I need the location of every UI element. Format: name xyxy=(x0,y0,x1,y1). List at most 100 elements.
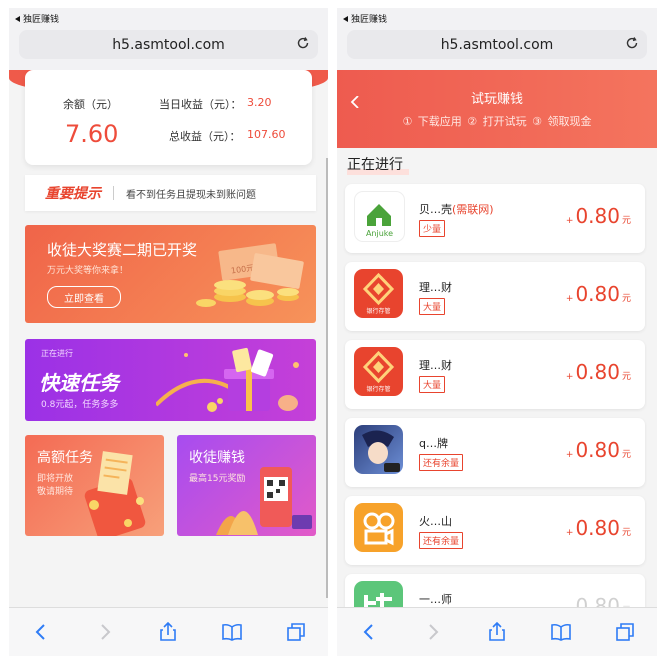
reload-icon[interactable] xyxy=(625,36,639,50)
task-name-note: (需联网) xyxy=(452,203,494,216)
reward-amount: +0.80元 xyxy=(566,204,631,228)
today-income-label: 当日收益（元）： xyxy=(159,98,242,111)
back-arrow-icon[interactable] xyxy=(15,15,20,22)
qr-phone-icon xyxy=(216,467,312,535)
task-name-text: q…牌 xyxy=(419,437,448,450)
reward-amount: +0.80元 xyxy=(566,360,631,384)
amount-unit: 元 xyxy=(621,294,631,304)
amount-unit: 元 xyxy=(621,216,631,226)
quantity-tag: 少量 xyxy=(419,220,446,237)
task-name-text: 火…山 xyxy=(419,515,452,528)
reload-icon[interactable] xyxy=(296,36,310,50)
quantity-tag: 大量 xyxy=(419,376,446,393)
task-name-text: 一…师 xyxy=(419,593,452,606)
back-app-label[interactable]: 独匠赚钱 xyxy=(23,12,59,25)
bookmarks-icon[interactable] xyxy=(551,622,571,642)
gift-box-icon xyxy=(156,347,299,412)
back-icon[interactable] xyxy=(359,622,379,642)
left-phone-screen: 独匠赚钱 h5.asmtool.com 余额（元） 7.60 当日收益（元）： … xyxy=(9,8,328,656)
icon-label: 银行存管 xyxy=(366,385,390,393)
reward-amount: +0.80元 xyxy=(566,438,631,462)
task-name: 理…财 xyxy=(419,357,452,373)
finance-diamond-icon: 银行存管 xyxy=(354,269,403,318)
icon-label: Anjuke xyxy=(366,229,393,238)
task-name-text: 贝…壳 xyxy=(419,203,452,216)
plus-sign: + xyxy=(565,450,574,460)
balance-value: 7.60 xyxy=(65,120,119,148)
reward-amount: +0.80元 xyxy=(566,516,631,540)
steps-text: ① 下载应用 ② 打开试玩 ③ 领取现金 xyxy=(402,115,592,128)
anjuke-house-icon: Anjuke xyxy=(354,191,405,242)
amount-value: 0.80 xyxy=(575,516,620,540)
quick-task-title: 快速任务 xyxy=(39,371,119,395)
game-character-icon xyxy=(354,425,403,474)
video-camera-icon xyxy=(354,503,403,552)
amount-value: 0.80 xyxy=(575,438,620,462)
scrollbar[interactable] xyxy=(326,158,328,598)
recruit-contest-banner[interactable]: 收徒大奖赛二期已开奖 万元大奖等你来拿！ 立即查看 100元 xyxy=(25,225,316,323)
total-income-value: 107.60 xyxy=(247,128,286,141)
page-header: 试玩赚钱 ① 下载应用 ② 打开试玩 ③ 领取现金 xyxy=(337,70,657,148)
forward-icon[interactable] xyxy=(423,622,443,642)
task-item[interactable]: 银行存管 理…财 大量 +0.80 元 xyxy=(345,262,645,331)
url-bar[interactable]: h5.asmtool.com xyxy=(347,30,647,59)
page-title: 试玩赚钱 xyxy=(470,92,523,107)
view-now-button[interactable]: 立即查看 xyxy=(47,286,121,308)
share-icon[interactable] xyxy=(487,622,507,642)
tabs-icon[interactable] xyxy=(286,622,306,642)
notice-text: 看不到任务且提现未到账问题 xyxy=(126,189,256,201)
banner-subtitle: 万元大奖等你来拿！ xyxy=(47,266,129,276)
notice-bar[interactable]: 重要提示 看不到任务且提现未到账问题 xyxy=(25,175,316,211)
coins-money-icon: 100元 xyxy=(196,243,304,307)
task-item[interactable]: q…牌 还有余量 +0.80 元 xyxy=(345,418,645,487)
url-text: h5.asmtool.com xyxy=(112,36,225,53)
amount-value: 0.80 xyxy=(575,360,620,384)
notice-tag: 重要提示 xyxy=(45,186,101,202)
task-name: 火…山 xyxy=(419,513,452,529)
status-bar: 独匠赚钱 xyxy=(343,12,387,25)
task-item[interactable]: 火…山 还有余量 +0.80 元 xyxy=(345,496,645,565)
task-name: q…牌 xyxy=(419,435,448,451)
task-item[interactable]: 银行存管 理…财 大量 +0.80 元 xyxy=(345,340,645,409)
amount-value: 0.80 xyxy=(575,204,620,228)
browser-toolbar xyxy=(337,607,657,656)
phone-coins-icon xyxy=(84,451,146,536)
back-icon[interactable] xyxy=(31,622,51,642)
forward-icon[interactable] xyxy=(95,622,115,642)
task-name-text: 理…财 xyxy=(419,281,452,294)
task-item[interactable]: Anjuke 贝…壳(需联网) 少量 +0.80 元 xyxy=(345,184,645,253)
back-arrow-icon[interactable] xyxy=(343,15,348,22)
icon-label: 银行存管 xyxy=(366,307,390,315)
quick-task-banner[interactable]: 正在进行 快速任务 0.8元起，任务多多 xyxy=(25,339,316,421)
url-text: h5.asmtool.com xyxy=(440,36,554,53)
quantity-tag: 还有余量 xyxy=(419,532,464,549)
section-title: 正在进行 xyxy=(347,157,403,173)
quantity-tag: 大量 xyxy=(419,298,446,315)
today-income-value: 3.20 xyxy=(247,96,272,109)
quantity-tag: 还有余量 xyxy=(419,454,464,471)
recruit-earn-card[interactable]: 收徒赚钱 最高15元奖励 xyxy=(177,435,316,536)
in-progress-tag: 正在进行 xyxy=(41,349,73,358)
amount-value: 0.80 xyxy=(575,282,620,306)
url-bar[interactable]: h5.asmtool.com xyxy=(19,30,318,59)
back-app-label[interactable]: 独匠赚钱 xyxy=(351,12,387,25)
task-name: 一…师 xyxy=(419,591,452,607)
status-bar: 独匠赚钱 xyxy=(15,12,59,25)
notice-divider xyxy=(113,186,114,200)
banner-title: 收徒大奖赛二期已开奖 xyxy=(47,241,198,259)
task-name-text: 理…财 xyxy=(419,359,452,372)
share-icon[interactable] xyxy=(158,622,178,642)
bookmarks-icon[interactable] xyxy=(222,622,243,642)
amount-unit: 元 xyxy=(621,528,631,538)
task-name: 贝…壳(需联网) xyxy=(419,201,494,217)
plus-sign: + xyxy=(565,372,574,382)
total-income-label: 总收益（元）： xyxy=(169,130,241,143)
browser-toolbar xyxy=(9,607,328,656)
tabs-icon[interactable] xyxy=(615,622,635,642)
quick-task-subtitle: 0.8元起，任务多多 xyxy=(41,400,119,410)
balance-label: 余额（元） xyxy=(63,98,118,111)
high-reward-task-card[interactable]: 高额任务 即将开放 敬请期待 xyxy=(25,435,164,536)
plus-sign: + xyxy=(565,528,574,538)
reward-amount: +0.80元 xyxy=(566,282,631,306)
right-phone-screen: 独匠赚钱 h5.asmtool.com 试玩赚钱 ① 下载应用 ② 打开试玩 ③… xyxy=(337,8,657,656)
